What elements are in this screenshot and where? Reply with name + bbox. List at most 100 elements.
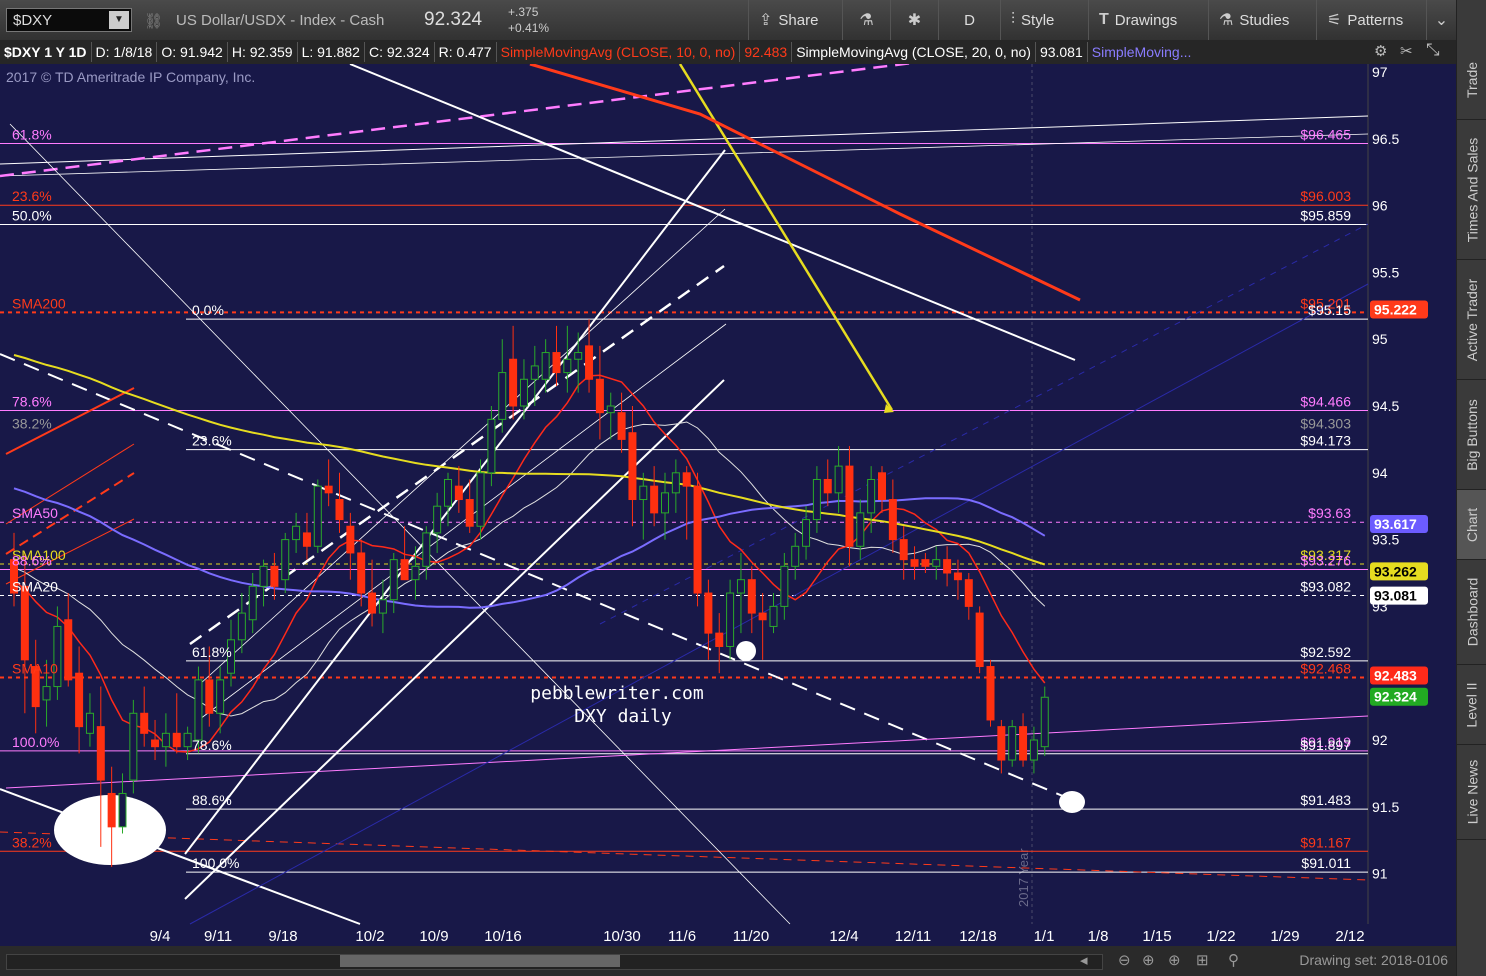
settings-shortcut-icon[interactable]: ⚙ — [1374, 42, 1387, 60]
candle-body — [758, 612, 767, 621]
price-tick-label: 95 — [1372, 331, 1388, 347]
tab-level-ii[interactable]: Level II — [1457, 665, 1486, 745]
zoom-in-icon[interactable]: ⊕ — [1142, 951, 1155, 969]
candle-body — [53, 625, 62, 688]
time-tick-label: 10/30 — [603, 928, 641, 945]
candle-body — [487, 418, 496, 474]
drawing-set-label: Drawing set: 2018-0106 — [1299, 952, 1448, 968]
candle-body — [769, 605, 778, 627]
candle-body — [574, 352, 583, 360]
price-tick-label: 92 — [1372, 732, 1388, 748]
price-tag-value: 92.483 — [1374, 667, 1417, 683]
pin-icon[interactable]: ⚲ — [1228, 951, 1239, 969]
candle-body — [389, 559, 398, 601]
price-tag-value: 95.222 — [1374, 302, 1417, 318]
time-tick-label: 2/12 — [1335, 928, 1364, 945]
symbol-description: US Dollar/USDX - Index - Cash — [176, 12, 385, 29]
level-label-right: $94.466 — [1300, 394, 1351, 410]
tools-icon[interactable]: ✂ — [1400, 42, 1413, 60]
candle-body — [411, 565, 420, 581]
time-tick-label: 1/22 — [1206, 928, 1235, 945]
candle-body — [368, 592, 377, 614]
tab-chart[interactable]: Chart — [1457, 490, 1486, 560]
chevron-down-icon[interactable]: ▼ — [109, 11, 129, 29]
candle-body — [964, 579, 973, 607]
target-dot — [736, 641, 756, 661]
candle-body — [151, 739, 160, 748]
time-tick-label: 1/8 — [1088, 928, 1109, 945]
candle-body — [986, 666, 995, 721]
tab-times-and-sales[interactable]: Times And Sales — [1457, 120, 1486, 260]
candle-body — [671, 472, 680, 494]
aggregation-button[interactable]: D — [938, 0, 1000, 40]
candle-body — [194, 679, 203, 741]
tab-big-buttons[interactable]: Big Buttons — [1457, 380, 1486, 490]
chart-menu-button[interactable]: ⌄ — [1426, 0, 1456, 40]
time-tick-label: 1/1 — [1034, 928, 1055, 945]
fit-icon[interactable]: ⊞ — [1196, 951, 1209, 969]
time-tick-label: 9/4 — [150, 928, 171, 945]
scroll-left-icon[interactable]: ◂ — [1080, 951, 1088, 969]
patterns-button[interactable]: ⚟ Patterns — [1316, 0, 1426, 40]
candle-body — [834, 465, 843, 494]
price-tick-label: 93.5 — [1372, 532, 1399, 548]
studies-icon: ⚗ — [1219, 12, 1234, 29]
close-value: C: 92.324 — [365, 42, 435, 62]
drawings-button[interactable]: T Drawings — [1088, 0, 1208, 40]
style-button[interactable]: ⫶ Style — [1000, 0, 1088, 40]
watermark-line2: DXY daily — [574, 706, 672, 727]
candle-body — [519, 378, 528, 407]
candle-body — [454, 485, 463, 501]
settings-button[interactable]: ✱ — [890, 0, 938, 40]
candle-body — [96, 726, 105, 781]
tab-trade[interactable]: Trade — [1457, 40, 1486, 120]
time-tick-label: 9/18 — [268, 928, 297, 945]
expand-icon[interactable]: ⤡ — [1426, 40, 1440, 60]
range-value: R: 0.477 — [435, 42, 497, 62]
time-tick-label: 11/6 — [668, 928, 696, 945]
chevron-down-icon: ⌄ — [1434, 12, 1449, 29]
symbol-selector[interactable]: $DXY ▼ — [6, 8, 132, 32]
candle-body — [400, 559, 409, 581]
level-label-right: $96.465 — [1300, 126, 1351, 142]
time-tick-label: 10/16 — [484, 928, 522, 945]
magnifier-icon[interactable]: ⊕ — [1168, 951, 1181, 969]
price-chart[interactable]: 2017 © TD Ameritrade IP Company, Inc. 20… — [0, 64, 1456, 946]
time-tick-label: 1/29 — [1270, 928, 1299, 945]
time-scrollbar[interactable]: ◂ ⊖ ⊕ ⊕ ⊞ ⚲ Drawing set: 2018-0106 — [0, 946, 1456, 976]
studies-button[interactable]: ⚗ Studies — [1208, 0, 1316, 40]
level-label-left: 100.0% — [192, 855, 239, 871]
candle-body — [313, 485, 322, 547]
price-tick-label: 91 — [1372, 866, 1388, 882]
candle-body — [129, 712, 138, 781]
tab-dashboard[interactable]: Dashboard — [1457, 560, 1486, 665]
candle-body — [628, 432, 637, 501]
target-dot — [1059, 791, 1085, 813]
candle-body — [747, 579, 756, 614]
tab-active-trader[interactable]: Active Trader — [1457, 260, 1486, 380]
flask-button[interactable]: ⚗ — [842, 0, 890, 40]
link-icon[interactable]: ⛓ — [144, 12, 163, 30]
level-label-right: $91.483 — [1300, 792, 1351, 808]
candle-body — [823, 478, 832, 494]
candle-body — [292, 525, 301, 541]
candle-body — [975, 612, 984, 668]
candle-body — [509, 358, 518, 407]
price-tick-label: 95.5 — [1372, 264, 1399, 280]
candle-body — [899, 539, 908, 561]
candle-body — [346, 525, 355, 554]
candle-body — [378, 599, 387, 614]
year-label: 2017 Year — [1016, 848, 1031, 907]
candle-body — [183, 732, 192, 748]
level-label-left: 78.6% — [12, 394, 52, 410]
time-tick-label: 10/9 — [419, 928, 448, 945]
watermark-line1: pebblewriter.com — [530, 683, 703, 704]
zoom-out-icon[interactable]: ⊖ — [1118, 951, 1131, 969]
level-label-right: $93.082 — [1300, 578, 1351, 594]
tab-live-news[interactable]: Live News — [1457, 745, 1486, 840]
scroll-thumb[interactable] — [340, 955, 620, 967]
share-button[interactable]: ⇪ Share — [748, 0, 842, 40]
net-change: +.375 — [508, 5, 539, 19]
candle-body — [736, 579, 745, 594]
candle-body — [248, 585, 257, 621]
